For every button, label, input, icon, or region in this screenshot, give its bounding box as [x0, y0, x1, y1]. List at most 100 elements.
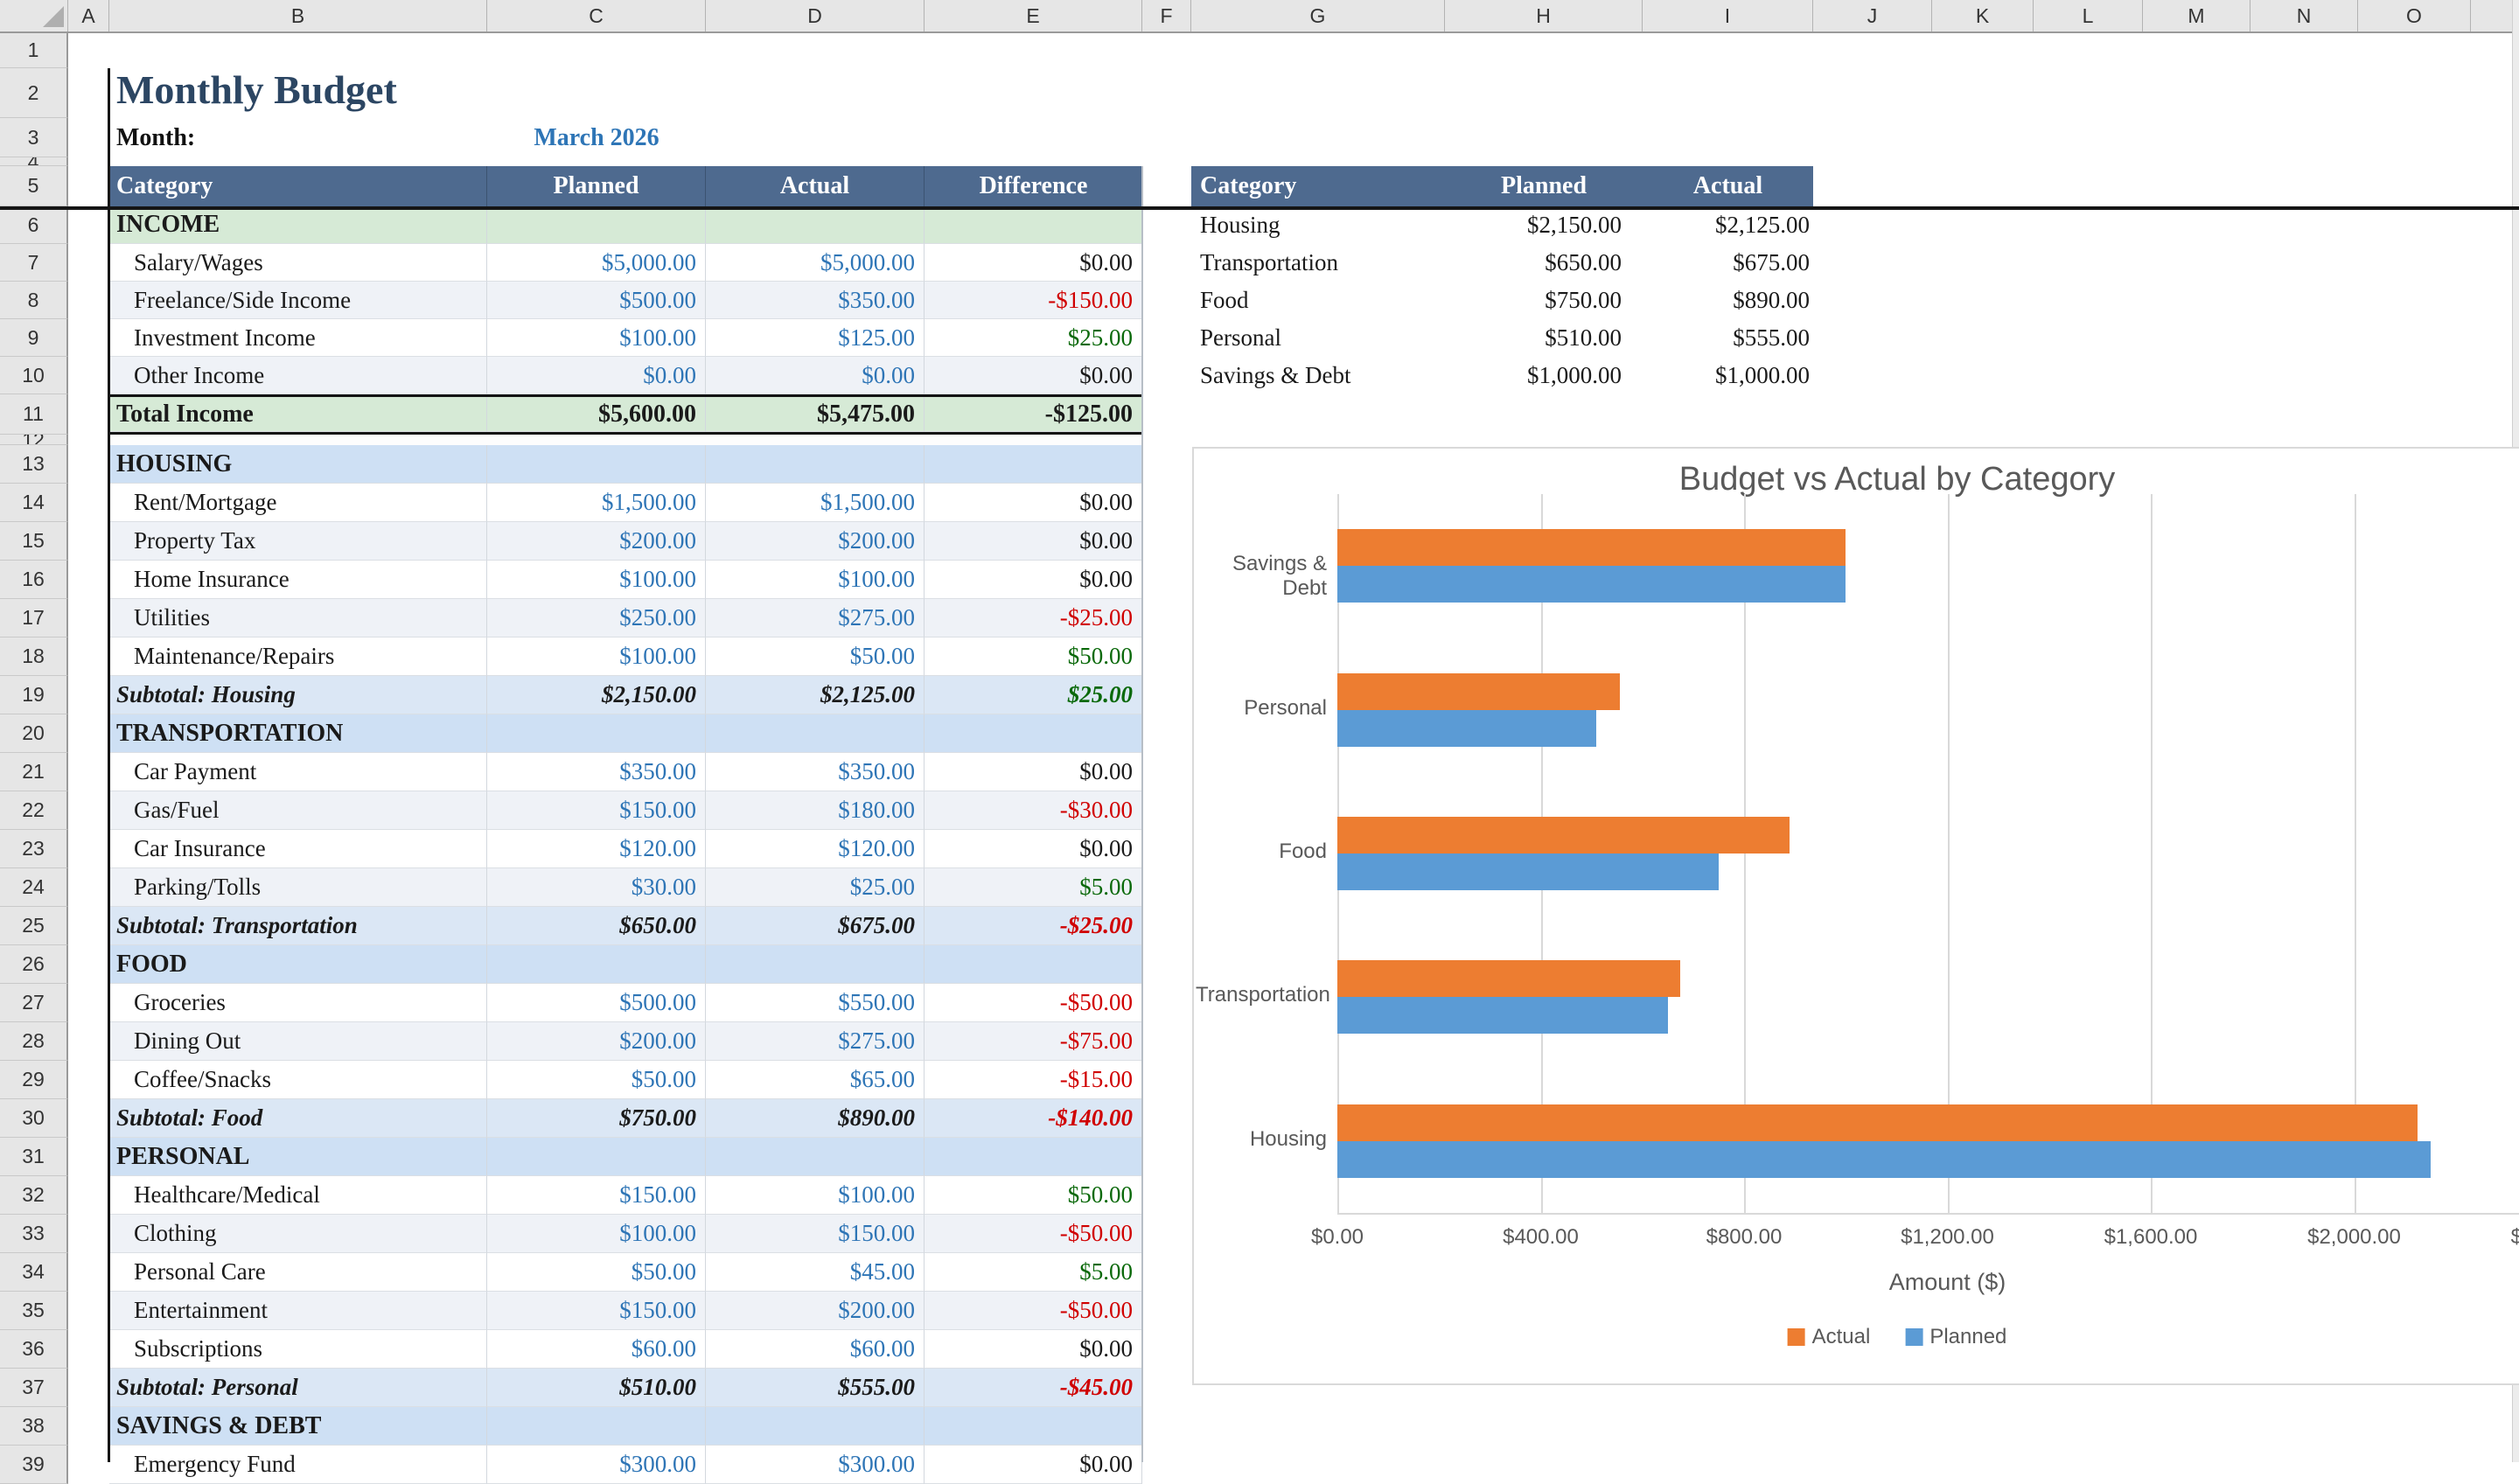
- cell-category[interactable]: Car Insurance: [109, 830, 487, 868]
- cell-actual[interactable]: $45.00: [706, 1253, 925, 1292]
- cell-difference[interactable]: -$50.00: [925, 1292, 1142, 1330]
- cell-category[interactable]: Gas/Fuel: [109, 791, 487, 830]
- row-header-38[interactable]: 38: [0, 1407, 68, 1446]
- cell-planned[interactable]: $350.00: [487, 753, 706, 791]
- header-category[interactable]: Category: [109, 166, 487, 206]
- cell-actual[interactable]: $100.00: [706, 1176, 925, 1215]
- row-header-39[interactable]: 39: [0, 1446, 68, 1484]
- row-header-14[interactable]: 14: [0, 484, 68, 522]
- cell-planned[interactable]: $650.00: [487, 907, 706, 945]
- cell-planned[interactable]: $500.00: [487, 984, 706, 1022]
- row-header-19[interactable]: 19: [0, 676, 68, 714]
- bar-actual-personal[interactable]: [1337, 673, 1620, 710]
- cell-actual[interactable]: $1,500.00: [706, 484, 925, 522]
- bar-planned-food[interactable]: [1337, 853, 1719, 890]
- row-header-16[interactable]: 16: [0, 561, 68, 599]
- cell-category[interactable]: Subscriptions: [109, 1330, 487, 1369]
- cell-difference[interactable]: $0.00: [925, 522, 1142, 561]
- cell-difference[interactable]: $0.00: [925, 753, 1142, 791]
- cell-difference[interactable]: -$75.00: [925, 1022, 1142, 1061]
- header-planned[interactable]: Planned: [487, 166, 706, 206]
- cell-category[interactable]: Personal Care: [109, 1253, 487, 1292]
- legend-item-planned[interactable]: Planned: [1905, 1325, 2006, 1349]
- summary-header-actual[interactable]: Actual: [1643, 166, 1813, 206]
- cell-category[interactable]: SAVINGS & DEBT: [109, 1407, 487, 1446]
- cell-actual[interactable]: $5,000.00: [706, 244, 925, 282]
- row-header-23[interactable]: 23: [0, 830, 68, 868]
- cell-difference[interactable]: $0.00: [925, 1330, 1142, 1369]
- summary-cell-planned[interactable]: $1,000.00: [1445, 357, 1643, 394]
- row-header-31[interactable]: 31: [0, 1138, 68, 1176]
- select-all-corner[interactable]: [0, 0, 68, 31]
- bar-planned-personal[interactable]: [1337, 710, 1596, 747]
- cell-category[interactable]: FOOD: [109, 945, 487, 984]
- row-header-28[interactable]: 28: [0, 1022, 68, 1061]
- cell-planned[interactable]: [487, 1407, 706, 1446]
- cell-planned[interactable]: $250.00: [487, 599, 706, 637]
- summary-header-category[interactable]: Category: [1191, 166, 1445, 206]
- cell-planned[interactable]: $100.00: [487, 319, 706, 357]
- cell-actual[interactable]: [706, 945, 925, 984]
- row-header-18[interactable]: 18: [0, 637, 68, 676]
- cell-planned[interactable]: $2,150.00: [487, 676, 706, 714]
- summary-cell-planned[interactable]: $2,150.00: [1445, 206, 1643, 244]
- cell-actual[interactable]: $890.00: [706, 1099, 925, 1138]
- cell-category[interactable]: Salary/Wages: [109, 244, 487, 282]
- row-header-8[interactable]: 8: [0, 282, 68, 319]
- cell-difference[interactable]: -$15.00: [925, 1061, 1142, 1099]
- column-header-I[interactable]: I: [1643, 0, 1813, 31]
- row-header-1[interactable]: 1: [0, 33, 68, 68]
- summary-cell-category[interactable]: Transportation: [1191, 244, 1445, 282]
- summary-cell-category[interactable]: Housing: [1191, 206, 1445, 244]
- row-header-4[interactable]: 4: [0, 157, 68, 166]
- cell-planned[interactable]: $50.00: [487, 1253, 706, 1292]
- row-header-9[interactable]: 9: [0, 319, 68, 357]
- cell-actual[interactable]: $125.00: [706, 319, 925, 357]
- row-header-7[interactable]: 7: [0, 244, 68, 282]
- cell-category[interactable]: Dining Out: [109, 1022, 487, 1061]
- cell-difference[interactable]: [925, 445, 1142, 484]
- cell-actual[interactable]: $275.00: [706, 1022, 925, 1061]
- cell-category[interactable]: Home Insurance: [109, 561, 487, 599]
- summary-cell-category[interactable]: Personal: [1191, 319, 1445, 357]
- legend-item-actual[interactable]: Actual: [1788, 1325, 1871, 1349]
- cell-category[interactable]: Utilities: [109, 599, 487, 637]
- cell-planned[interactable]: $500.00: [487, 282, 706, 319]
- cell-category[interactable]: Subtotal: Food: [109, 1099, 487, 1138]
- chart-legend[interactable]: Actual Planned: [1788, 1325, 2007, 1349]
- cell-category[interactable]: Subtotal: Housing: [109, 676, 487, 714]
- cell-planned[interactable]: $120.00: [487, 830, 706, 868]
- row-header-11[interactable]: 11: [0, 394, 68, 435]
- cell-category[interactable]: HOUSING: [109, 445, 487, 484]
- summary-cell-actual[interactable]: $555.00: [1643, 319, 1813, 357]
- cell-actual[interactable]: $0.00: [706, 357, 925, 394]
- column-header-E[interactable]: E: [925, 0, 1142, 31]
- cell-difference[interactable]: $50.00: [925, 1176, 1142, 1215]
- cell-actual[interactable]: [706, 445, 925, 484]
- row-header-15[interactable]: 15: [0, 522, 68, 561]
- summary-cell-category[interactable]: Savings & Debt: [1191, 357, 1445, 394]
- cell-difference[interactable]: -$45.00: [925, 1369, 1142, 1407]
- bar-actual-housing[interactable]: [1337, 1104, 2418, 1141]
- cell-actual[interactable]: $180.00: [706, 791, 925, 830]
- column-header-B[interactable]: B: [109, 0, 487, 31]
- summary-cell-category[interactable]: Food: [1191, 282, 1445, 319]
- summary-cell-actual[interactable]: $1,000.00: [1643, 357, 1813, 394]
- row-header-20[interactable]: 20: [0, 714, 68, 753]
- cell-category[interactable]: Car Payment: [109, 753, 487, 791]
- summary-cell-planned[interactable]: $510.00: [1445, 319, 1643, 357]
- cell-actual[interactable]: $100.00: [706, 561, 925, 599]
- row-header-37[interactable]: 37: [0, 1369, 68, 1407]
- bar-actual-savings-debt[interactable]: [1337, 529, 1846, 566]
- cell-difference[interactable]: -$125.00: [925, 397, 1142, 432]
- cell-difference[interactable]: $0.00: [925, 1446, 1142, 1484]
- cell-category[interactable]: Emergency Fund: [109, 1446, 487, 1484]
- cell-actual[interactable]: $5,475.00: [706, 397, 925, 432]
- column-header-A[interactable]: A: [68, 0, 109, 31]
- cell-planned[interactable]: $100.00: [487, 637, 706, 676]
- cell-planned[interactable]: $1,500.00: [487, 484, 706, 522]
- cell-category[interactable]: Maintenance/Repairs: [109, 637, 487, 676]
- cell-difference[interactable]: [925, 1138, 1142, 1176]
- cell-planned[interactable]: [487, 445, 706, 484]
- cell-category[interactable]: Healthcare/Medical: [109, 1176, 487, 1215]
